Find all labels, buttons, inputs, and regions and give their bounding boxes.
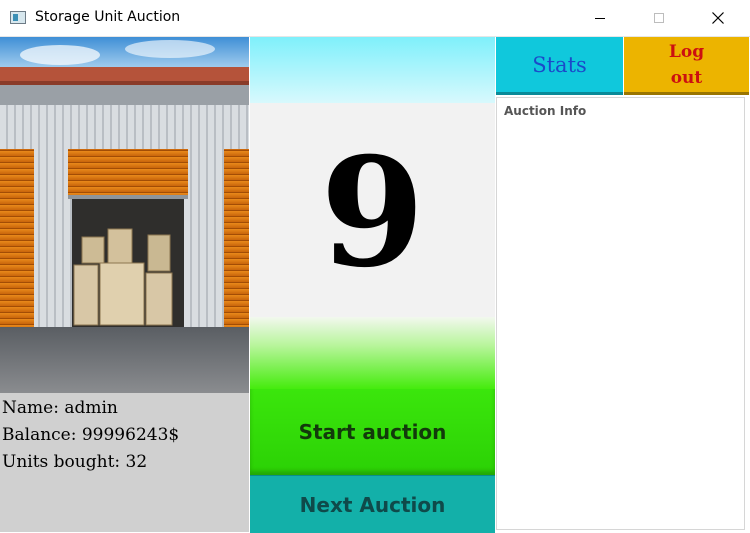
logout-button[interactable]: Log out [624,37,749,95]
user-name: Name: admin [2,398,118,418]
close-icon [712,12,724,24]
user-balance: Balance: 99996243$ [2,425,180,445]
countdown-display: 9 [250,103,495,317]
countdown-number: 9 [320,125,425,301]
main-content: Name: admin Balance: 99996243$ Units bou… [0,37,750,533]
right-panel: Stats Log out Auction Info [495,37,750,532]
maximize-button[interactable] [636,0,682,36]
logout-label-line1: Log [668,41,705,62]
minimize-icon [595,17,605,19]
start-auction-button[interactable]: Start auction [250,389,495,475]
top-gradient [250,37,495,103]
close-button[interactable] [695,0,741,36]
auction-info-label: Auction Info [504,104,587,118]
auction-panel: 9 Start auction Next Auction [250,37,495,533]
maximize-icon [654,13,664,23]
next-auction-button[interactable]: Next Auction [250,475,495,533]
left-panel: Name: admin Balance: 99996243$ Units bou… [0,37,249,532]
title-bar: Storage Unit Auction [0,0,750,37]
storage-unit-image [0,37,249,393]
stats-button[interactable]: Stats [496,37,623,95]
auction-info-box: Auction Info [496,97,745,530]
green-gradient [250,317,495,389]
user-info-panel: Name: admin Balance: 99996243$ Units bou… [0,393,249,532]
logout-label-line2: out [670,67,703,88]
app-icon [10,11,26,24]
window-title: Storage Unit Auction [35,9,181,25]
minimize-button[interactable] [577,0,623,36]
units-bought: Units bought: 32 [2,452,148,472]
